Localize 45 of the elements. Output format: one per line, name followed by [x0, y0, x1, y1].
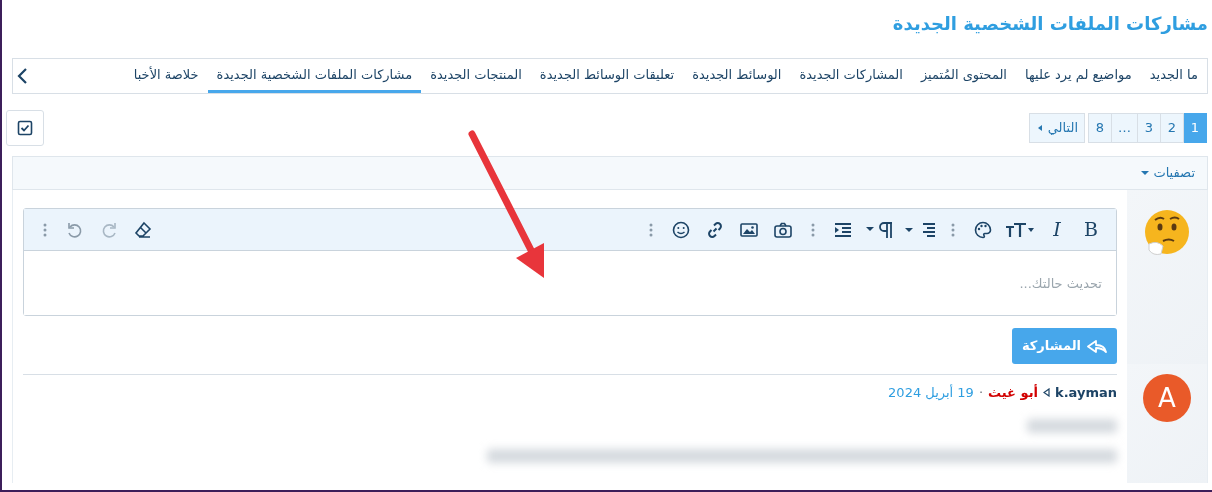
page-button[interactable]: 2: [1160, 113, 1184, 143]
next-page-button[interactable]: التالي: [1028, 113, 1085, 143]
nav-tab[interactable]: المحتوى المُتميز: [911, 59, 1016, 93]
image-icon[interactable]: [740, 221, 758, 238]
more-icon[interactable]: [951, 221, 955, 238]
caret-icon: [1141, 170, 1150, 176]
nav-tab[interactable]: خلاصة الأخبا: [124, 59, 208, 93]
more-icon[interactable]: [43, 221, 47, 238]
checkbox-icon: [17, 120, 33, 136]
nav-tab[interactable]: تعليقات الوسائط الجديدة: [530, 59, 684, 93]
more-icon[interactable]: [649, 221, 653, 238]
select-toggle-button[interactable]: [6, 110, 44, 146]
nav-tab[interactable]: المشاركات الجديدة: [790, 59, 912, 93]
italic-button[interactable]: I: [1040, 214, 1074, 245]
nav-tab[interactable]: ما الجديد: [1140, 59, 1207, 93]
bold-button[interactable]: B: [1074, 214, 1108, 245]
post-date: 19 أبريل 2024: [888, 383, 974, 403]
page-button[interactable]: …: [1111, 113, 1138, 143]
reply-icon: [1087, 338, 1107, 354]
caret-icon: [1043, 388, 1050, 398]
eraser-icon[interactable]: [134, 220, 152, 239]
nav-tab[interactable]: مشاركات الملفات الشخصية الجديدة: [207, 59, 422, 93]
camera-icon[interactable]: [774, 221, 792, 238]
palette-icon[interactable]: [974, 220, 992, 239]
filters-dropdown[interactable]: تصفيات: [1141, 163, 1195, 183]
text-size-icon[interactable]: [1005, 220, 1035, 239]
nav-tab[interactable]: الوسائط الجديدة: [683, 59, 791, 93]
nav-tab[interactable]: المنتجات الجديدة: [421, 59, 531, 93]
paragraph-icon[interactable]: [866, 220, 894, 239]
chevron-left-icon[interactable]: [17, 67, 29, 85]
undo-icon[interactable]: [66, 220, 84, 239]
more-icon[interactable]: [811, 221, 815, 238]
page-button[interactable]: 8: [1088, 113, 1112, 143]
recipient-link[interactable]: أبو غيث: [988, 383, 1038, 403]
emoji-avatar-icon: [1143, 208, 1191, 258]
page-title: مشاركات الملفات الشخصية الجديدة: [891, 12, 1208, 36]
author-link[interactable]: k.ayman: [1055, 383, 1117, 403]
nav-tab[interactable]: مواضيع لم يرد عليها: [1016, 59, 1141, 93]
separator-dot: ·: [978, 384, 983, 402]
user-avatar[interactable]: A: [1143, 374, 1191, 422]
page-button[interactable]: 3: [1137, 113, 1161, 143]
link-icon[interactable]: [706, 220, 724, 239]
align-icon[interactable]: [905, 221, 935, 238]
smiley-icon[interactable]: [672, 220, 690, 239]
indent-icon[interactable]: [834, 221, 852, 238]
